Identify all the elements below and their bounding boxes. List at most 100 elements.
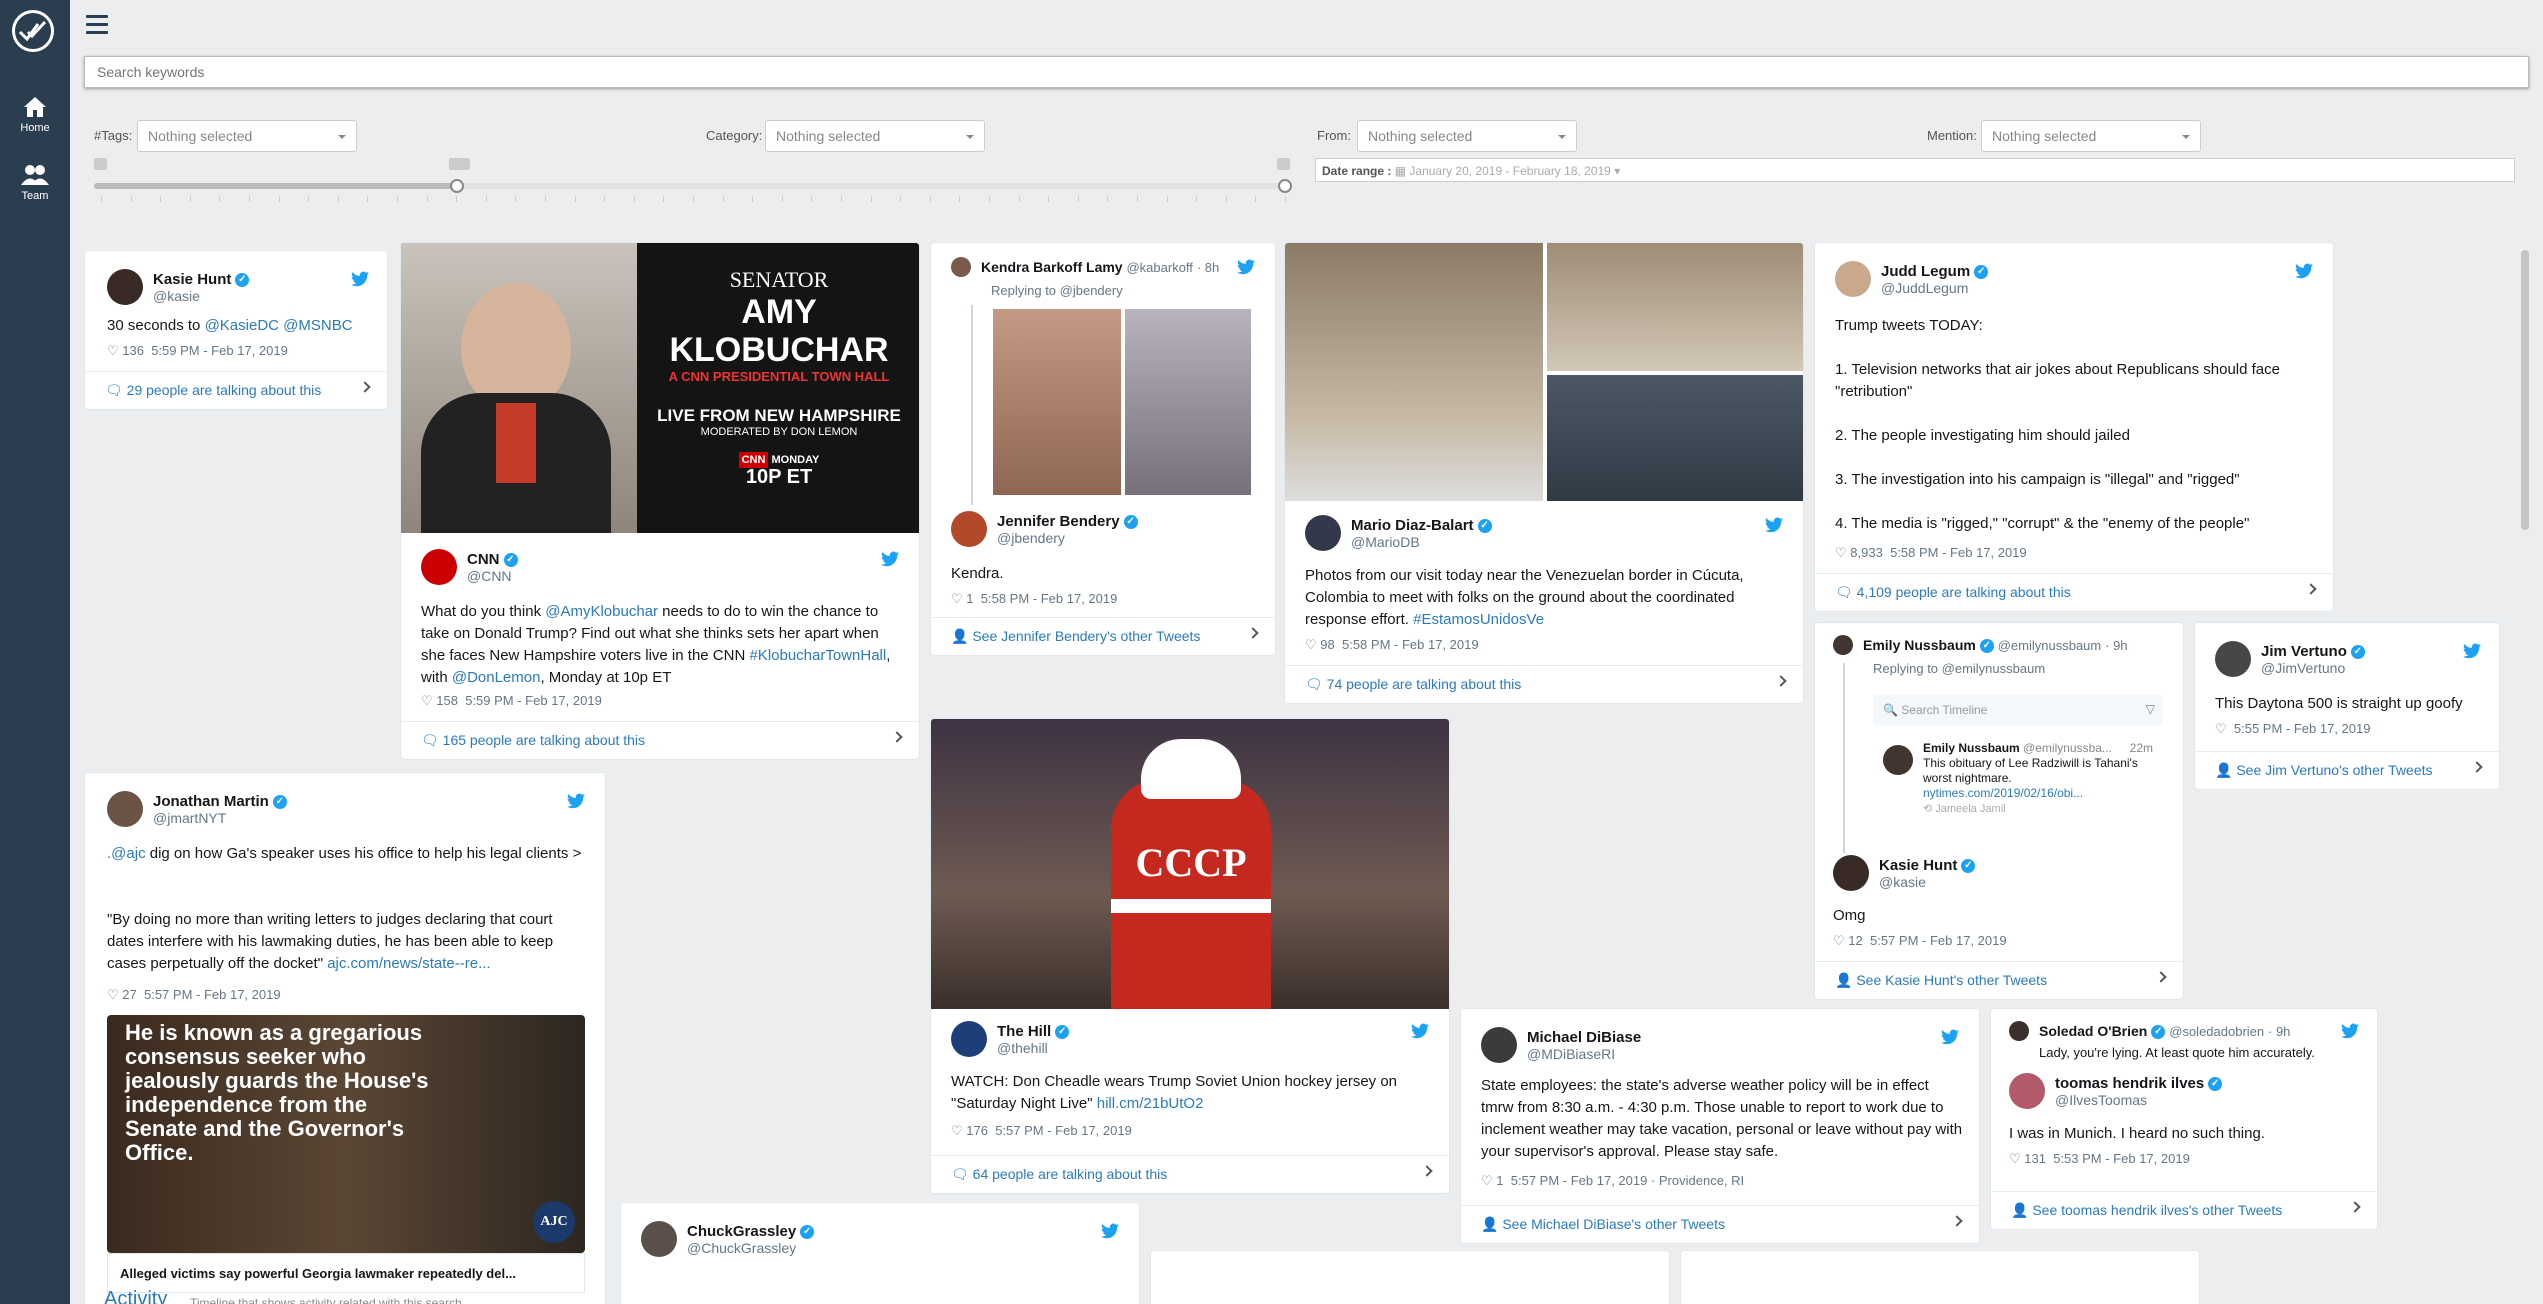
tweet-time[interactable]: 5:57 PM - Feb 17, 2019 · Providence, RI — [1511, 1173, 1744, 1188]
link-card-image[interactable]: He is known as a gregarious consensus se… — [107, 1015, 585, 1253]
tweet-card[interactable] — [1680, 1250, 2200, 1304]
tweet-time[interactable]: 5:58 PM - Feb 17, 2019 — [1342, 637, 1479, 652]
avatar[interactable] — [2009, 1073, 2045, 1109]
tweet-card[interactable]: SENATOR AMY KLOBUCHAR A CNN PRESIDENTIAL… — [400, 242, 920, 760]
author-handle[interactable]: @thehill — [997, 1040, 1069, 1056]
tweet-card[interactable]: ChuckGrassley ✓ @ChuckGrassley — [620, 1202, 1140, 1304]
tweet-time[interactable]: 5:55 PM - Feb 17, 2019 — [2234, 721, 2371, 736]
tweet-time[interactable]: 5:57 PM - Feb 17, 2019 — [1870, 933, 2007, 948]
avatar[interactable] — [107, 791, 143, 827]
date-range-input[interactable]: Date range : ▦ January 20, 2019 - Februa… — [1315, 158, 2515, 182]
tweet-card[interactable] — [1150, 1250, 1670, 1304]
heart-icon[interactable]: ♡ — [107, 987, 119, 1002]
menu-icon[interactable] — [86, 15, 108, 35]
tweet-card[interactable]: Mario Diaz-Balart ✓ @MarioDB Photos from o… — [1284, 242, 1804, 704]
avatar[interactable] — [1305, 515, 1341, 551]
twitter-icon[interactable] — [1101, 1223, 1119, 1239]
author-name[interactable]: Emily Nussbaum — [1923, 741, 2020, 755]
other-tweets-link[interactable]: 👤 See Michael DiBiase's other Tweets — [1461, 1205, 1979, 1243]
sidebar-item-team[interactable]: Team — [0, 164, 70, 202]
author-handle[interactable]: @kasie — [1879, 874, 1975, 890]
tweet-image[interactable]: SENATOR AMY KLOBUCHAR A CNN PRESIDENTIAL… — [401, 243, 919, 533]
hashtag-link[interactable]: #EstamosUnidosVe — [1413, 611, 1544, 628]
embedded-tweet[interactable]: Emily Nussbaum @emilynussba... 22m This o… — [1923, 741, 2153, 817]
other-tweets-link[interactable]: 👤 See Jim Vertuno's other Tweets — [2195, 751, 2499, 789]
author-handle[interactable]: @IlvesToomas — [2055, 1092, 2222, 1108]
tweet-card[interactable]: Kendra Barkoff Lamy @kabarkoff · 8h Repl… — [930, 242, 1276, 656]
author-name[interactable]: ChuckGrassley — [687, 1223, 796, 1240]
heart-icon[interactable]: ♡ — [951, 1123, 963, 1138]
twitter-icon[interactable] — [1941, 1029, 1959, 1045]
twitter-icon[interactable] — [2463, 643, 2481, 659]
mention-link[interactable]: @AmyKlobuchar — [545, 603, 658, 620]
tweet-card[interactable]: Michael DiBiase @MDiBiaseRI State employe… — [1460, 1008, 1980, 1244]
conversation-link[interactable]: 🗨 29 people are talking about this — [85, 371, 387, 409]
slider-handle-max[interactable] — [1278, 179, 1292, 193]
author-handle[interactable]: @JimVertuno — [2261, 660, 2365, 676]
author-name[interactable]: Michael DiBiase — [1527, 1029, 1641, 1046]
tweet-image[interactable] — [993, 309, 1121, 495]
vertical-scrollbar[interactable] — [2519, 238, 2531, 1298]
conversation-link[interactable]: 🗨 74 people are talking about this — [1285, 665, 1803, 703]
link-card-title[interactable]: Alleged victims say powerful Georgia law… — [107, 1253, 585, 1293]
mention-link[interactable]: @MSNBC — [283, 317, 352, 334]
external-link[interactable]: hill.cm/21bUtO2 — [1097, 1095, 1204, 1112]
tweet-image[interactable] — [1547, 243, 1803, 371]
author-handle[interactable]: @jbendery — [997, 530, 1138, 546]
heart-icon[interactable]: ♡ — [2009, 1151, 2021, 1166]
from-select[interactable]: Nothing selected — [1357, 120, 1577, 152]
retweeter-name[interactable]: Jameela Jamil — [1935, 803, 2005, 815]
mention-select[interactable]: Nothing selected — [1981, 120, 2201, 152]
tweet-card[interactable]: CCCP The Hill ✓ @thehill WATCH: Don Cheadl… — [930, 718, 1450, 1194]
twitter-icon[interactable] — [1237, 259, 1255, 275]
slider-handle[interactable] — [450, 179, 464, 193]
twitter-icon[interactable] — [1765, 517, 1783, 533]
avatar[interactable] — [2009, 1021, 2029, 1041]
avatar[interactable] — [1883, 745, 1913, 775]
twitter-icon[interactable] — [2341, 1023, 2359, 1039]
avatar[interactable] — [1833, 635, 1853, 655]
author-handle[interactable]: @kabarkoff — [1126, 260, 1192, 275]
twitter-icon[interactable] — [2295, 263, 2313, 279]
tweet-card[interactable]: Kasie Hunt ✓ @kasie 30 seconds to @KasieDC… — [84, 250, 388, 410]
author-name[interactable]: CNN — [467, 551, 500, 568]
author-name[interactable]: Jonathan Martin — [153, 793, 269, 810]
category-select[interactable]: Nothing selected — [765, 120, 985, 152]
scrollbar-thumb[interactable] — [2521, 250, 2529, 530]
tweet-card[interactable]: Judd Legum ✓ @JuddLegum Trump tweets TODAY… — [1814, 242, 2334, 612]
avatar[interactable] — [107, 269, 143, 305]
avatar[interactable] — [641, 1221, 677, 1257]
tweet-card[interactable]: Jim Vertuno ✓ @JimVertuno This Daytona 500… — [2194, 622, 2500, 790]
author-name[interactable]: Kasie Hunt — [1879, 857, 1957, 874]
author-handle[interactable]: @ChuckGrassley — [687, 1240, 814, 1256]
tweet-image[interactable]: CCCP — [931, 719, 1449, 1009]
heart-icon[interactable]: ♡ — [1835, 545, 1847, 560]
heart-icon[interactable]: ♡ — [421, 693, 433, 708]
author-handle[interactable]: @soledadobrien — [2169, 1024, 2264, 1039]
reply-to[interactable]: Replying to @jbendery — [991, 283, 1123, 298]
tweet-image[interactable] — [1125, 309, 1251, 495]
heart-icon[interactable]: ♡ — [107, 343, 119, 358]
tweet-time[interactable]: 5:59 PM - Feb 17, 2019 — [151, 343, 288, 358]
heart-icon[interactable]: ♡ — [1305, 637, 1317, 652]
external-link[interactable]: ajc.com/news/state--re... — [327, 955, 490, 972]
author-handle[interactable]: @JuddLegum — [1881, 280, 1988, 296]
tweet-image[interactable] — [1547, 375, 1803, 501]
avatar[interactable] — [951, 257, 971, 277]
author-name[interactable]: Kasie Hunt — [153, 271, 231, 288]
sidebar-item-home[interactable]: Home — [0, 96, 70, 134]
other-tweets-link[interactable]: 👤 See Jennifer Bendery's other Tweets — [931, 617, 1275, 655]
author-name[interactable]: toomas hendrik ilves — [2055, 1075, 2204, 1092]
tags-select[interactable]: Nothing selected — [137, 120, 357, 152]
mention-link[interactable]: @KasieDC — [205, 317, 279, 334]
twitter-icon[interactable] — [1411, 1023, 1429, 1039]
heart-icon[interactable]: ♡ — [951, 591, 963, 606]
author-name[interactable]: Emily Nussbaum — [1863, 637, 1976, 653]
avatar[interactable] — [1833, 855, 1869, 891]
app-logo-icon[interactable] — [12, 10, 54, 52]
heart-icon[interactable]: ♡ — [1481, 1173, 1493, 1188]
reply-to[interactable]: Replying to @emilynussbaum — [1873, 661, 2045, 676]
author-name[interactable]: Soledad O'Brien — [2039, 1023, 2147, 1039]
author-name[interactable]: Jennifer Bendery — [997, 513, 1120, 530]
twitter-icon[interactable] — [567, 793, 585, 809]
